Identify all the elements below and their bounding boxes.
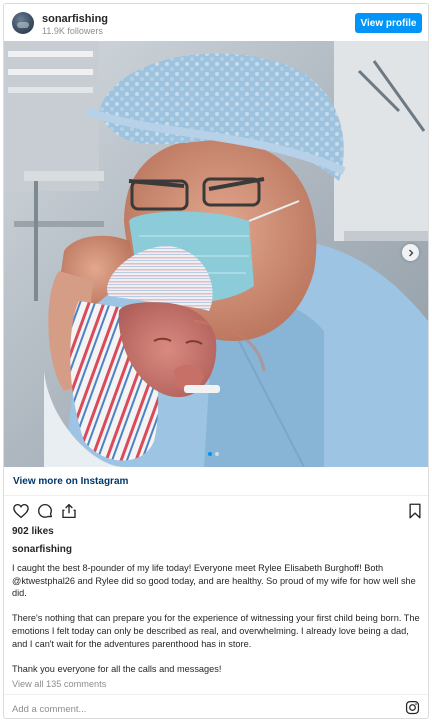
username[interactable]: sonarfishing [42, 13, 108, 25]
instagram-embed: sonarfishing 11.9K followers View profil… [3, 3, 429, 719]
carousel-indicator [208, 452, 219, 456]
comment-icon[interactable] [36, 502, 54, 520]
caption-paragraph: I caught the best 8-pounder of my life t… [12, 563, 416, 599]
caption-paragraph: There's nothing that can prepare you for… [12, 613, 420, 649]
share-icon[interactable] [60, 502, 78, 520]
view-more-link[interactable]: View more on Instagram [13, 476, 128, 487]
instagram-icon[interactable] [405, 700, 420, 715]
add-comment-bar[interactable]: Add a comment... [4, 694, 428, 718]
avatar[interactable] [12, 12, 34, 34]
post-caption: I caught the best 8-pounder of my life t… [12, 562, 422, 675]
newborn-photo [4, 41, 428, 467]
action-bar [4, 500, 428, 522]
comment-input-placeholder[interactable]: Add a comment... [12, 704, 86, 715]
next-slide-button[interactable] [402, 244, 419, 261]
carousel-dot-active [208, 452, 212, 456]
like-count[interactable]: 902 likes [12, 526, 54, 537]
view-comments-link[interactable]: View all 135 comments [12, 679, 106, 689]
bookmark-icon[interactable] [406, 502, 424, 520]
follower-count: 11.9K followers [42, 26, 103, 36]
post-header: sonarfishing 11.9K followers View profil… [4, 4, 428, 42]
carousel-dot [215, 452, 219, 456]
view-more-bar: View more on Instagram [4, 467, 428, 496]
caption-paragraph: Thank you everyone for all the calls and… [12, 663, 222, 674]
heart-icon[interactable] [12, 502, 30, 520]
view-profile-button[interactable]: View profile [355, 13, 422, 33]
caption-username[interactable]: sonarfishing [12, 544, 72, 555]
post-photo[interactable] [4, 41, 428, 467]
chevron-right-icon [408, 249, 413, 256]
